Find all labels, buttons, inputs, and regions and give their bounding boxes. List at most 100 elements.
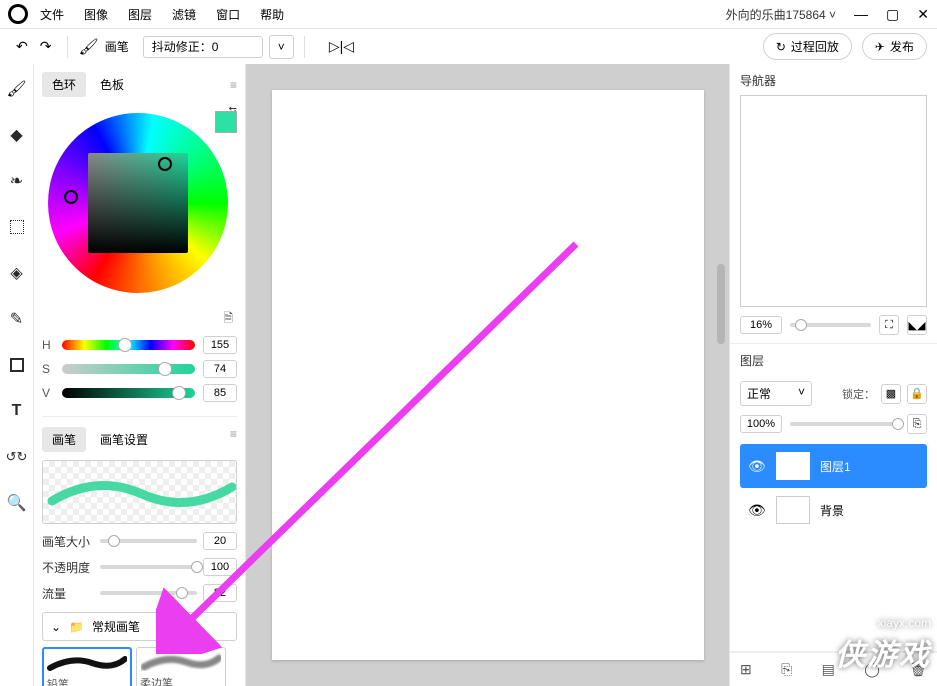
brush-set-header[interactable]: ⌄ 📁 常规画笔 xyxy=(42,612,237,641)
options-bar: ↶ ↷ 🖌 画笔 ˅ ▷|◁ ↻过程回放 ✈发布 xyxy=(0,28,937,64)
flow-label: 流量 xyxy=(42,585,94,602)
new-layer-icon[interactable]: ⊞ xyxy=(740,661,752,678)
chevron-down-icon: ⌄ xyxy=(51,620,61,634)
vertical-scrollbar[interactable] xyxy=(717,264,725,344)
opacity-input[interactable] xyxy=(203,558,237,576)
jitter-dropdown[interactable]: ˅ xyxy=(269,35,294,59)
fill-tool[interactable]: ◈ xyxy=(6,262,28,284)
delete-layer-icon[interactable]: 🗑 xyxy=(909,661,927,678)
separator xyxy=(304,36,305,58)
size-slider[interactable] xyxy=(100,539,197,543)
brush-preset-pencil[interactable]: 铅笔 xyxy=(42,647,132,686)
visibility-icon[interactable]: 👁 xyxy=(748,458,766,475)
fit-screen-icon[interactable]: ⛶ xyxy=(879,315,899,335)
canvas-area xyxy=(246,64,729,686)
opacity-label: 不透明度 xyxy=(42,559,94,576)
val-input[interactable] xyxy=(203,384,237,402)
brush-grid: 铅笔 柔边笔 圆边笔 喷笔 xyxy=(42,647,237,686)
sat-label: S xyxy=(42,362,54,376)
text-tool[interactable]: T xyxy=(6,400,28,422)
undo-button[interactable]: ↶ xyxy=(10,35,34,58)
replay-button[interactable]: ↻过程回放 xyxy=(763,33,852,60)
layers-title: 图层 xyxy=(740,352,927,369)
chevron-down-icon: ˅ xyxy=(798,385,805,402)
layer-item-background[interactable]: 👁 背景 xyxy=(740,488,927,532)
layer-opacity-input[interactable] xyxy=(740,415,782,433)
app-logo-icon xyxy=(8,4,28,24)
blend-mode-select[interactable]: 正常˅ xyxy=(740,381,812,406)
menu-layer[interactable]: 图层 xyxy=(128,6,152,23)
canvas[interactable] xyxy=(272,90,704,660)
layers-footer: ⊞ ⎘ ▤ ◯ 🗑 xyxy=(730,652,937,686)
menu-bar: 文件 图像 图层 滤镜 窗口 帮助 外向的乐曲175864 ˅ — ▢ ✕ xyxy=(0,0,937,28)
jitter-input[interactable] xyxy=(143,36,263,58)
hue-slider[interactable] xyxy=(62,340,195,350)
transform-tool[interactable]: ↺↻ xyxy=(6,446,28,468)
zoom-slider[interactable] xyxy=(790,323,871,327)
brush-icon: 🖌 xyxy=(78,37,98,57)
close-icon[interactable]: ✕ xyxy=(917,6,929,23)
publish-button[interactable]: ✈发布 xyxy=(862,33,927,60)
marquee-tool[interactable] xyxy=(6,216,28,238)
layer-panel-icon[interactable]: ⎘ xyxy=(907,414,927,434)
visibility-icon[interactable]: 👁 xyxy=(748,502,766,519)
maximize-icon[interactable]: ▢ xyxy=(886,6,899,23)
flip-icon[interactable]: ◣◢ xyxy=(907,315,927,335)
lock-pixels-icon[interactable]: ▩ xyxy=(881,384,901,404)
eyedropper-tool[interactable]: ✎ xyxy=(6,308,28,330)
tool-name-label: 画笔 xyxy=(105,38,129,55)
val-slider[interactable] xyxy=(62,388,195,398)
brush-preset-soft[interactable]: 柔边笔 xyxy=(136,647,226,686)
tab-color-wheel[interactable]: 色环 xyxy=(42,72,86,97)
flow-input[interactable] xyxy=(203,584,237,602)
navigator-title: 导航器 xyxy=(740,72,927,89)
menu-image[interactable]: 图像 xyxy=(84,6,108,23)
layer-thumbnail xyxy=(776,452,810,480)
menu-filter[interactable]: 滤镜 xyxy=(172,6,196,23)
layer-name: 图层1 xyxy=(820,458,851,475)
flow-slider[interactable] xyxy=(100,591,197,595)
mirror-button[interactable]: ▷|◁ xyxy=(329,38,354,55)
val-label: V xyxy=(42,386,54,400)
tab-brush[interactable]: 画笔 xyxy=(42,427,86,452)
tool-strip: 🖌 ◆ ❧ ◈ ✎ T ↺↻ 🔍 xyxy=(0,64,34,686)
main-area: 🖌 ◆ ❧ ◈ ✎ T ↺↻ 🔍 色环 色板 ≡ ⇆ 🗎 H S V xyxy=(0,64,937,686)
shape-tool[interactable] xyxy=(6,354,28,376)
username-dropdown[interactable]: 外向的乐曲175864 ˅ xyxy=(726,6,836,23)
right-panel: 导航器 ⛶ ◣◢ 图层 正常˅ 锁定： ▩ 🔒 ⎘ xyxy=(729,64,937,686)
panel-menu-icon[interactable]: ≡ xyxy=(230,78,237,92)
redo-button[interactable]: ↷ xyxy=(34,35,58,58)
layer-item-1[interactable]: 👁 图层1 xyxy=(740,444,927,488)
hue-label: H xyxy=(42,338,54,352)
tab-swatches[interactable]: 色板 xyxy=(90,72,134,97)
minimize-icon[interactable]: — xyxy=(854,6,868,22)
eraser-tool[interactable]: ◆ xyxy=(6,124,28,146)
merge-icon[interactable]: ▤ xyxy=(822,661,835,678)
navigator-preview[interactable] xyxy=(740,95,927,307)
separator xyxy=(67,36,68,58)
copy-layer-icon[interactable]: ⎘ xyxy=(781,661,792,678)
menu-file[interactable]: 文件 xyxy=(40,6,64,23)
zoom-input[interactable] xyxy=(740,316,782,334)
brush-panel-menu-icon[interactable]: ≡ xyxy=(230,427,237,452)
menu-window[interactable]: 窗口 xyxy=(216,6,240,23)
lock-label: 锁定： xyxy=(842,386,875,402)
layer-thumbnail xyxy=(776,496,810,524)
opacity-slider[interactable] xyxy=(100,565,197,569)
publish-icon: ✈ xyxy=(875,40,885,54)
sat-slider[interactable] xyxy=(62,364,195,374)
lock-all-icon[interactable]: 🔒 xyxy=(907,384,927,404)
replay-icon: ↻ xyxy=(776,40,786,54)
layer-opacity-slider[interactable] xyxy=(790,422,899,426)
menu-help[interactable]: 帮助 xyxy=(260,6,284,23)
sat-input[interactable] xyxy=(203,360,237,378)
fg-color-swatch[interactable] xyxy=(215,111,237,133)
tab-brush-settings[interactable]: 画笔设置 xyxy=(90,427,158,452)
color-wheel[interactable]: ⇆ xyxy=(42,105,237,315)
brush-tool[interactable]: 🖌 xyxy=(6,78,28,100)
hue-input[interactable] xyxy=(203,336,237,354)
mask-icon[interactable]: ◯ xyxy=(864,661,880,678)
smudge-tool[interactable]: ❧ xyxy=(6,170,28,192)
zoom-tool[interactable]: 🔍 xyxy=(6,492,28,514)
size-input[interactable] xyxy=(203,532,237,550)
